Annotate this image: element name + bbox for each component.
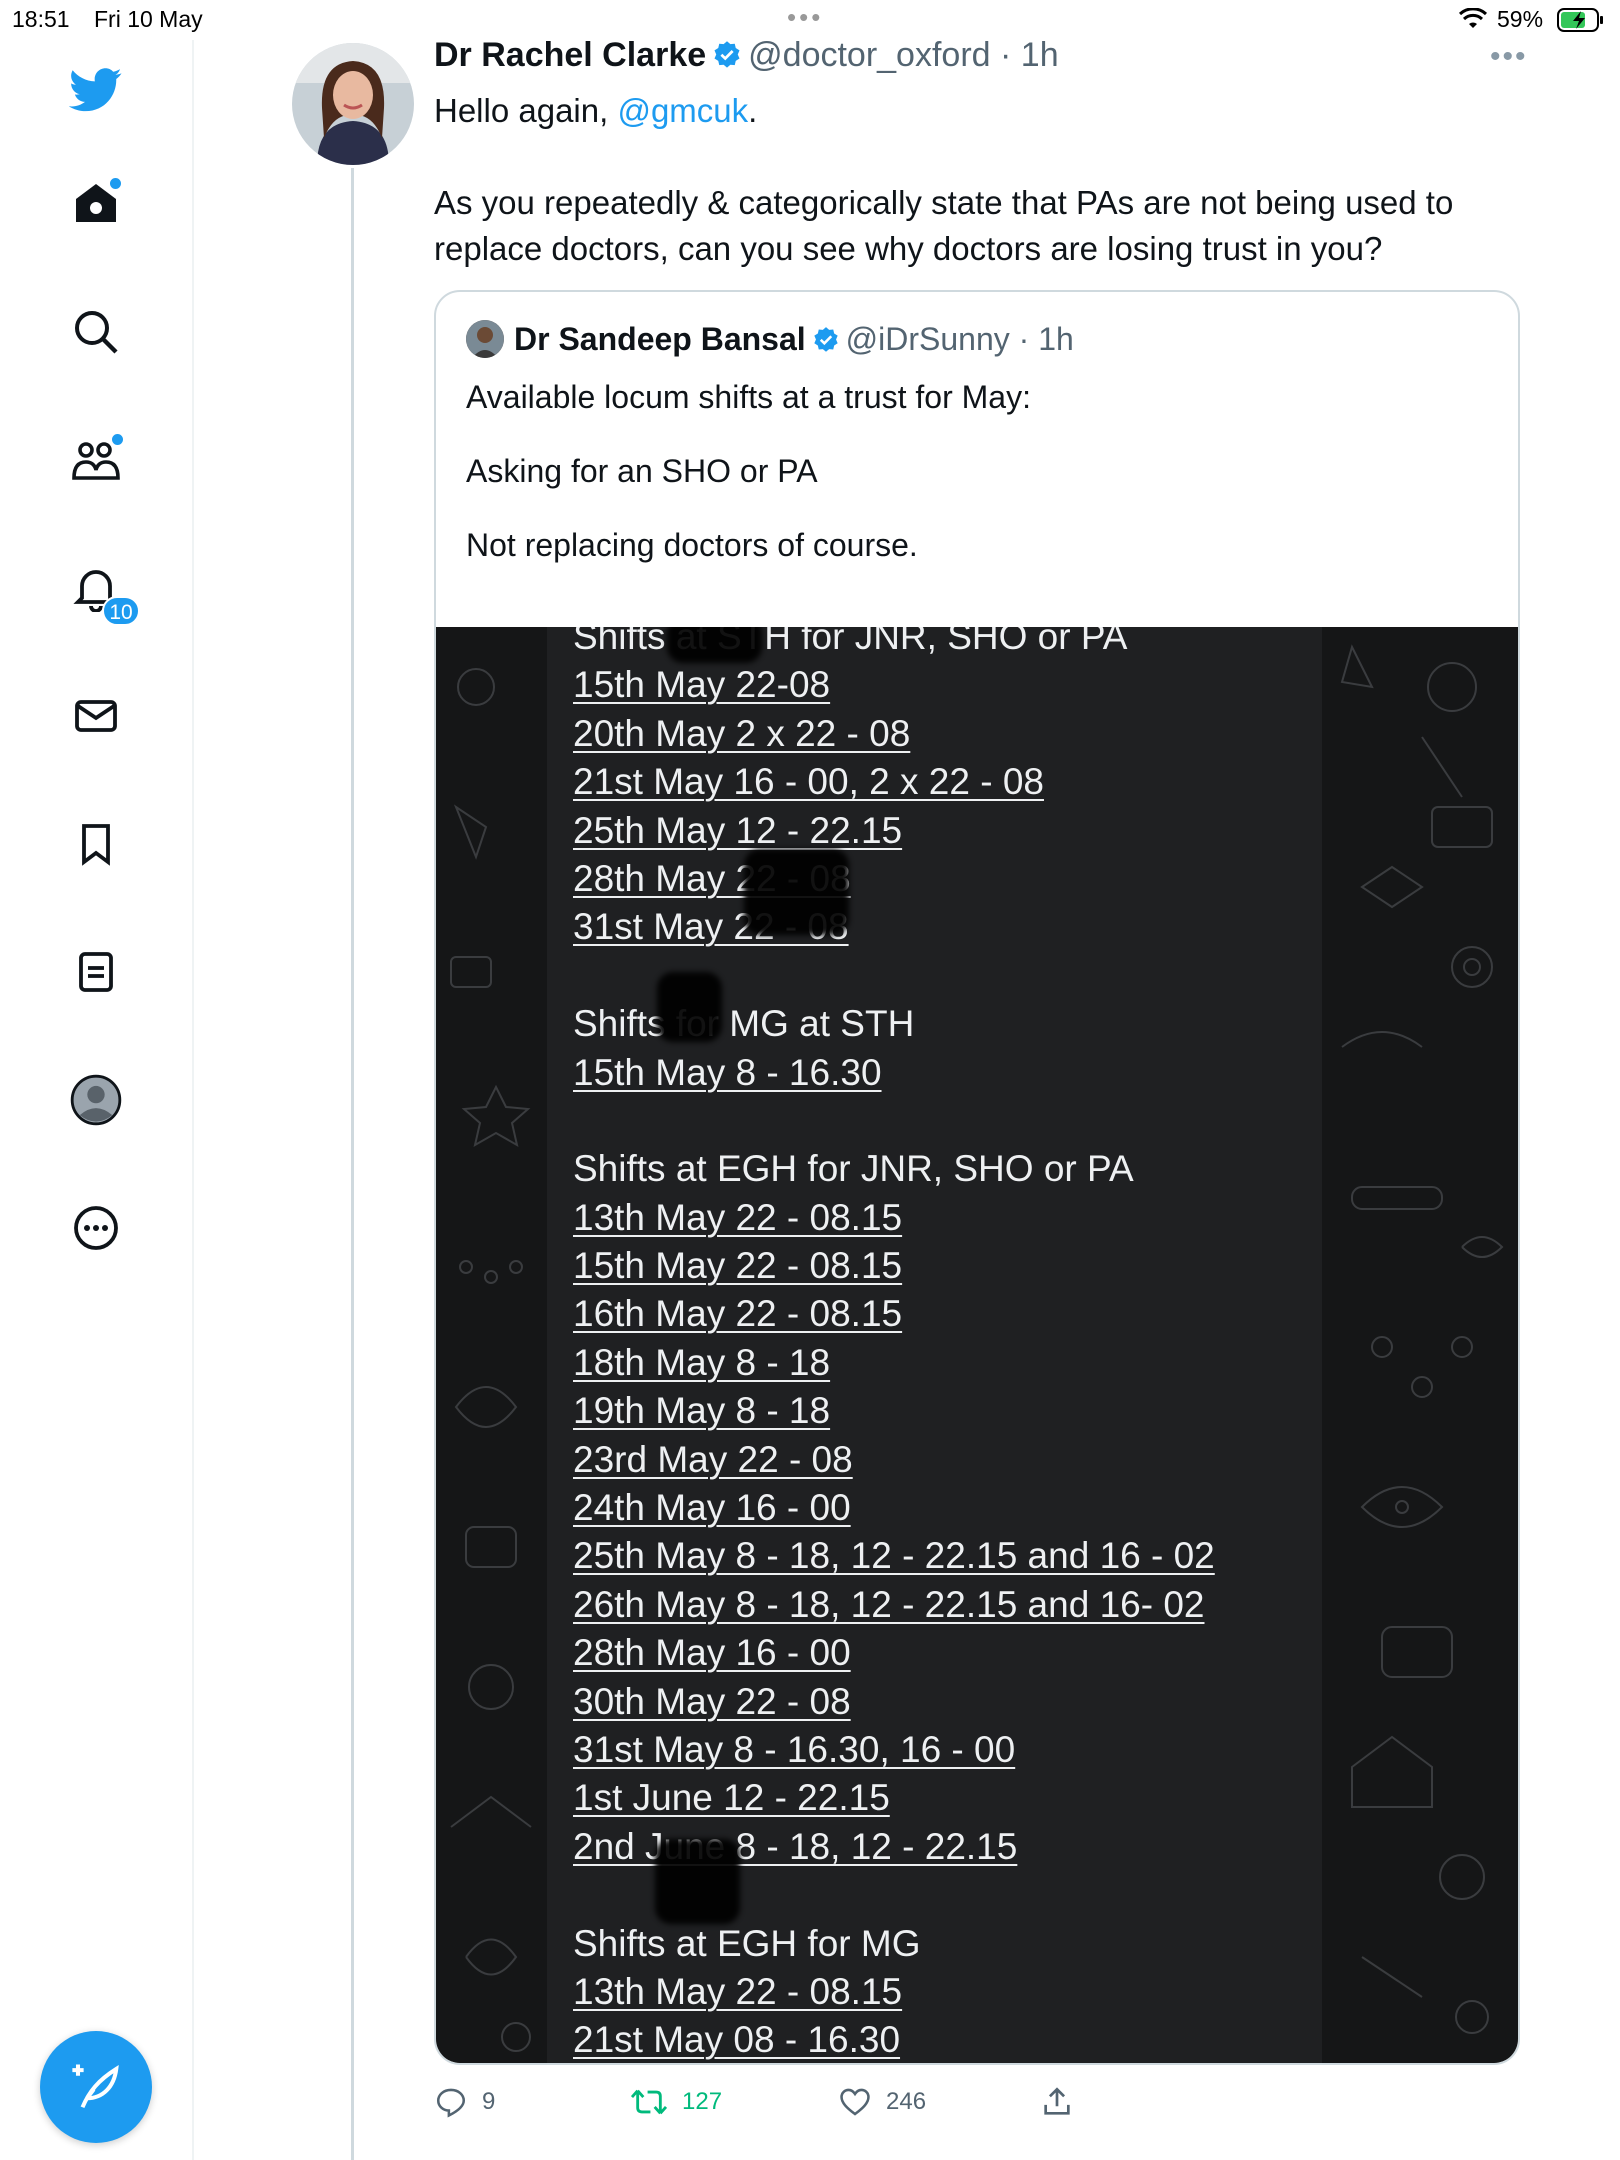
tweet-time[interactable]: · 1h (1000, 36, 1059, 74)
shift-line: 1st June 12 - 22.15 (573, 1777, 890, 1819)
tweet-body-text: As you repeatedly & categorically state … (434, 184, 1454, 267)
communities-unread-dot (110, 432, 125, 447)
share-button[interactable] (1040, 2085, 1088, 2119)
quoted-tweet-image[interactable]: Shifts at STH for JNR, SHO or PA 15th May… (436, 627, 1518, 2063)
profile-icon[interactable] (66, 1070, 126, 1130)
notifications-badge: 10 (102, 596, 140, 626)
lists-icon[interactable] (66, 942, 126, 1002)
quoted-tweet[interactable]: Dr Sandeep Bansal @iDrSunny · 1h Availabl… (434, 290, 1520, 2065)
shift-line: 26th May 8 - 18, 12 - 22.15 and 16- 02 (573, 1583, 1205, 1625)
tweet-actions: 9 127 246 (434, 2085, 1534, 2125)
shift-line: 30th May 22 - 08 (573, 1680, 851, 1722)
multitasking-icon[interactable]: ••• (787, 2, 823, 33)
shift-line: 15th May 22-08 (573, 664, 831, 706)
home-unread-dot (108, 176, 123, 191)
author-handle[interactable]: @doctor_oxford (748, 36, 990, 74)
quoted-author-name: Dr Sandeep Bansal (514, 321, 806, 357)
retweet-icon (630, 2089, 668, 2115)
shift-line: 25th May 12 - 22.15 (573, 809, 903, 851)
battery-icon (1557, 8, 1605, 38)
shift-line: 28th May 16 - 00 (573, 1632, 851, 1674)
like-count: 246 (886, 2088, 927, 2115)
redaction-mark (744, 849, 849, 935)
author-name[interactable]: Dr Rachel Clarke (434, 36, 706, 74)
quoted-tweet-header: Dr Sandeep Bansal @iDrSunny · 1h (466, 320, 1074, 362)
status-time: 18:51 (12, 6, 70, 32)
tweet-more-icon[interactable]: ••• (1490, 40, 1528, 74)
tweet-header: Dr Rachel Clarke @doctor_oxford · 1h (434, 36, 1059, 79)
communities-icon[interactable] (66, 430, 126, 490)
shift-line: Shifts at EGH for MG (573, 1922, 921, 1964)
reply-count: 9 (482, 2088, 496, 2115)
share-icon (1044, 2087, 1070, 2115)
shift-line: 13th May 22 - 08.15 (573, 1196, 903, 1238)
shift-line: 20th May 2 x 22 - 08 (573, 712, 911, 754)
quoted-line: Asking for an SHO or PA (466, 453, 818, 489)
quoted-author-avatar (466, 320, 504, 358)
redaction-mark (657, 972, 722, 1042)
thread-connector (351, 168, 354, 2160)
status-date: Fri 10 May (94, 6, 203, 32)
shift-line: 21st May 08 - 16.30 (573, 2019, 901, 2061)
quoted-verified-badge-icon (812, 325, 840, 362)
wifi-icon (1458, 7, 1488, 36)
quoted-tweet-time: · 1h (1018, 321, 1074, 357)
reply-button[interactable]: 9 (434, 2085, 495, 2119)
shift-line: 25th May 8 - 18, 12 - 22.15 and 16 - 02 (573, 1535, 1215, 1577)
redaction-mark (655, 1839, 740, 1924)
like-button[interactable]: 246 (838, 2085, 926, 2119)
shift-line: 24th May 16 - 00 (573, 1487, 851, 1529)
shift-line: 23rd May 22 - 08 (573, 1438, 853, 1480)
bookmarks-icon[interactable] (66, 814, 126, 874)
retweet-button[interactable]: 127 (630, 2085, 722, 2119)
retweet-count: 127 (682, 2088, 723, 2115)
shift-line: 16th May 22 - 08.15 (573, 1293, 903, 1335)
sidebar: 10 (0, 40, 194, 2160)
tweet-text: Hello again, @gmcuk. As you repeatedly &… (434, 88, 1514, 272)
compose-tweet-button[interactable] (40, 2031, 152, 2143)
shift-line: 19th May 8 - 18 (573, 1390, 831, 1432)
twitter-logo-icon[interactable] (66, 60, 126, 120)
verified-badge-icon (712, 40, 742, 79)
chat-wallpaper-pattern (1340, 644, 1504, 2034)
shift-line: 15th May 8 - 16.30 (573, 1051, 882, 1093)
author-avatar[interactable] (292, 43, 414, 165)
more-icon[interactable] (66, 1198, 126, 1258)
heart-icon (840, 2088, 870, 2116)
tweet-greeting: Hello again, (434, 92, 618, 129)
quoted-author-handle: @iDrSunny (845, 321, 1010, 357)
messages-icon[interactable] (66, 686, 126, 746)
shift-line: 31st May 8 - 16.30, 16 - 00 (573, 1728, 1016, 1770)
battery-percent: 59% (1497, 6, 1544, 32)
redaction-mark (667, 627, 762, 663)
shift-line: Shifts at EGH for JNR, SHO or PA (573, 1148, 1134, 1190)
quoted-tweet-text: Available locum shifts at a trust for Ma… (466, 376, 1496, 598)
shift-line: 31st May 22 - 08 (573, 906, 849, 948)
status-bar: 18:51 Fri 10 May ••• 59% (0, 0, 1620, 40)
search-icon[interactable] (66, 302, 126, 362)
shift-line: 15th May 22 - 08.15 (573, 1245, 903, 1287)
mention-link[interactable]: @gmcuk (617, 92, 748, 129)
chat-wallpaper-pattern (450, 668, 532, 2052)
shift-line: 18th May 8 - 18 (573, 1341, 831, 1383)
home-icon[interactable] (66, 174, 126, 234)
shift-line: 28th May 22 - 08 (573, 857, 851, 899)
chat-message-screenshot: Shifts at STH for JNR, SHO or PA 15th May… (547, 627, 1322, 2063)
shift-line (573, 1097, 1215, 1145)
feather-plus-icon (72, 2064, 119, 2109)
quoted-line: Available locum shifts at a trust for Ma… (466, 379, 1031, 415)
shift-line: 21st May 16 - 00, 2 x 22 - 08 (573, 761, 1044, 803)
quoted-line: Not replacing doctors of course. (466, 527, 918, 563)
shift-line: 13th May 22 - 08.15 (573, 1970, 903, 2012)
reply-icon (436, 2088, 466, 2118)
tweet-greeting-end: . (748, 92, 758, 129)
